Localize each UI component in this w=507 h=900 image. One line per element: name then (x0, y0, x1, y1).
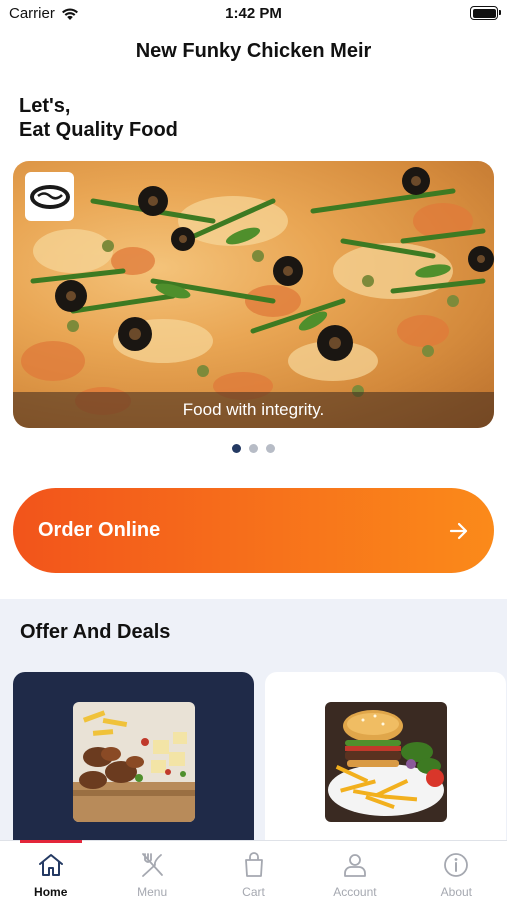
arrow-right-icon (449, 522, 468, 539)
status-time: 1:42 PM (225, 5, 282, 22)
hero-banner[interactable]: Food with integrity. (13, 161, 494, 428)
fork-knife-icon (142, 853, 164, 877)
tab-menu-label: Menu (137, 885, 168, 899)
battery-fill (472, 8, 496, 18)
carousel-pagination (0, 444, 507, 453)
offers-section: Offer And Deals (0, 599, 507, 852)
deal-image-burger (325, 702, 447, 822)
tab-about[interactable]: About (406, 841, 507, 900)
greeting-line-2: Eat Quality Food (19, 119, 178, 141)
carousel-dot[interactable] (266, 444, 275, 453)
deal-card[interactable] (265, 672, 506, 852)
carousel-dot[interactable] (232, 444, 241, 453)
pizza-image (21, 167, 494, 415)
status-bar: Carrier 1:42 PM (0, 0, 507, 30)
greeting-line-1: Let's, (19, 95, 71, 117)
info-icon (444, 853, 469, 877)
user-icon (344, 854, 366, 877)
order-online-button[interactable]: Order Online (13, 488, 494, 573)
tab-menu[interactable]: Menu (101, 841, 202, 900)
shopping-bag-icon (244, 852, 263, 877)
greeting-heading: Let's, Eat Quality Food (19, 94, 178, 142)
tab-home-label: Home (34, 885, 68, 899)
tab-home[interactable]: Home (0, 841, 101, 900)
tab-account-label: Account (333, 885, 377, 899)
home-icon (38, 854, 63, 876)
tab-cart-label: Cart (242, 885, 265, 899)
tab-account[interactable]: Account (304, 841, 405, 900)
order-online-label: Order Online (38, 519, 161, 541)
page-title: New Funky Chicken Meir (135, 40, 372, 62)
tab-about-label: About (440, 885, 472, 899)
carousel-dot[interactable] (249, 444, 258, 453)
active-tab-indicator (20, 840, 82, 843)
hero-caption: Food with integrity. (182, 400, 325, 419)
deal-card[interactable] (13, 672, 254, 852)
hero-caption-bar: Food with integrity. (13, 392, 494, 428)
battery-icon (470, 6, 501, 20)
tab-bar: Home Menu Cart Account About (0, 840, 507, 900)
tab-cart[interactable]: Cart (203, 841, 304, 900)
funky-chicken-logo-icon (25, 172, 74, 221)
deal-image-platter (73, 702, 195, 822)
offers-title: Offer And Deals (20, 621, 171, 643)
